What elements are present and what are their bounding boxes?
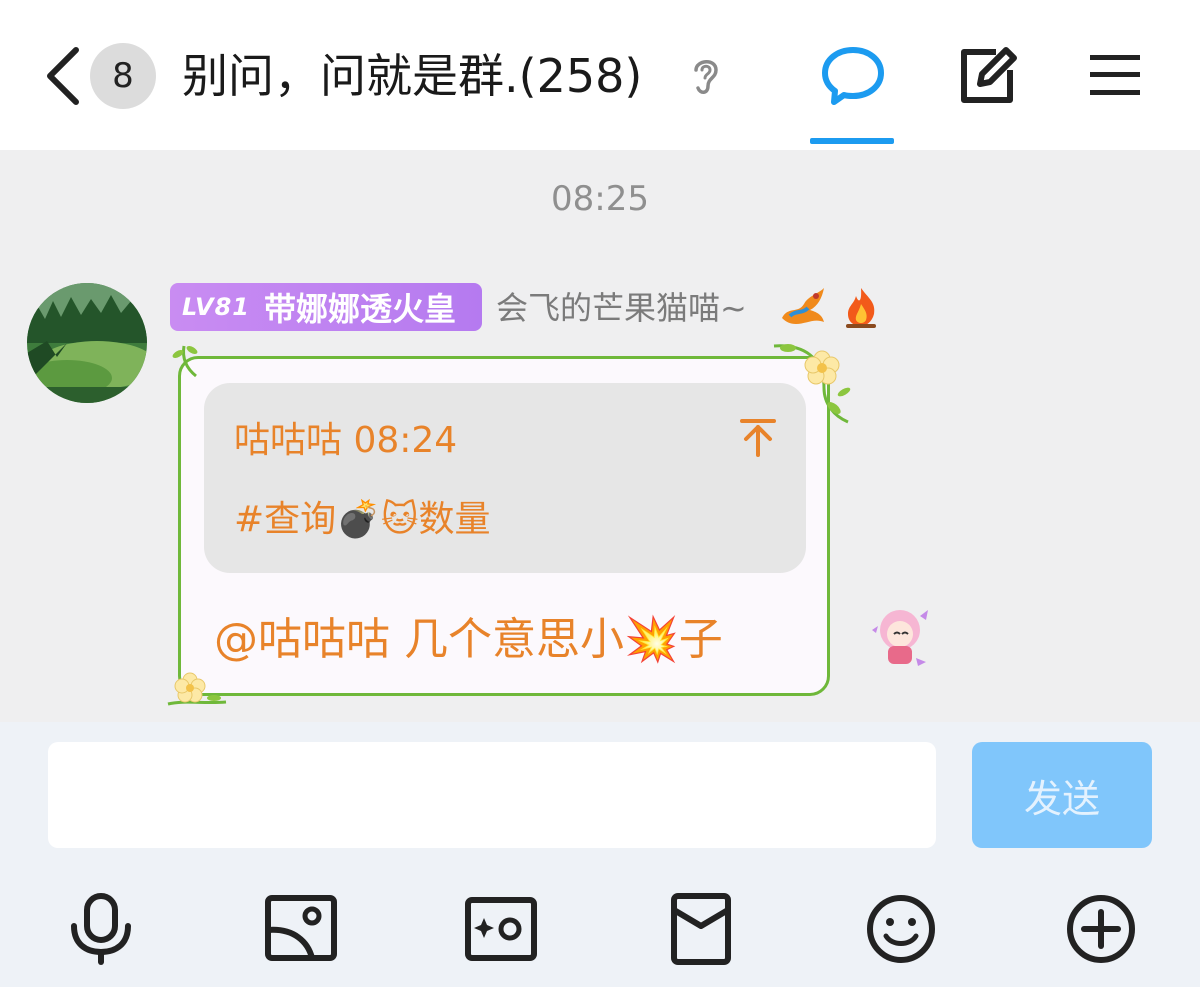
- fire-icon: [846, 288, 876, 328]
- anime-girl-sticker-icon[interactable]: [864, 600, 936, 672]
- plus-icon[interactable]: [1064, 892, 1138, 966]
- menu-icon[interactable]: [1088, 52, 1142, 98]
- active-tab-indicator: [810, 138, 894, 144]
- message-timestamp: 08:25: [551, 179, 649, 219]
- emoji-icon[interactable]: [864, 892, 938, 966]
- quoted-message[interactable]: 咕咕咕 08:24 #查询💣🐱数量: [204, 383, 806, 573]
- vine-decoration-icon: [172, 345, 198, 378]
- flower-decoration-icon: [167, 672, 227, 706]
- send-button[interactable]: 发送: [972, 742, 1152, 848]
- ear-icon: [694, 60, 718, 94]
- dragon-icon: [782, 288, 824, 324]
- jump-to-original-icon[interactable]: [738, 417, 778, 457]
- microphone-icon[interactable]: [64, 892, 138, 966]
- level-number: LV81: [182, 293, 250, 321]
- sender-nickname[interactable]: 会飞的芒果猫喵~: [496, 286, 747, 330]
- red-packet-icon[interactable]: [664, 892, 738, 966]
- sender-avatar[interactable]: [27, 283, 147, 403]
- message-input[interactable]: [48, 742, 936, 848]
- chat-bubble-icon[interactable]: [820, 44, 886, 108]
- quote-author-time: 咕咕咕 08:24: [234, 420, 458, 461]
- unread-count-badge[interactable]: 8: [90, 43, 156, 109]
- image-icon[interactable]: [264, 892, 338, 966]
- quote-text: #查询💣🐱数量: [234, 499, 491, 540]
- back-arrow-icon[interactable]: [40, 44, 88, 108]
- top-bar: 8 别问，问就是群.(258): [0, 0, 1200, 150]
- message-text: @咕咕咕 几个意思小💥子: [214, 614, 723, 665]
- camera-icon[interactable]: [464, 892, 538, 966]
- member-level-tag: LV81 带娜娜透火皇: [170, 283, 482, 331]
- input-panel: 发送: [0, 722, 1200, 987]
- group-title[interactable]: 别问，问就是群.(258): [182, 46, 642, 106]
- edit-icon[interactable]: [956, 44, 1020, 106]
- level-title: 带娜娜透火皇: [263, 290, 456, 328]
